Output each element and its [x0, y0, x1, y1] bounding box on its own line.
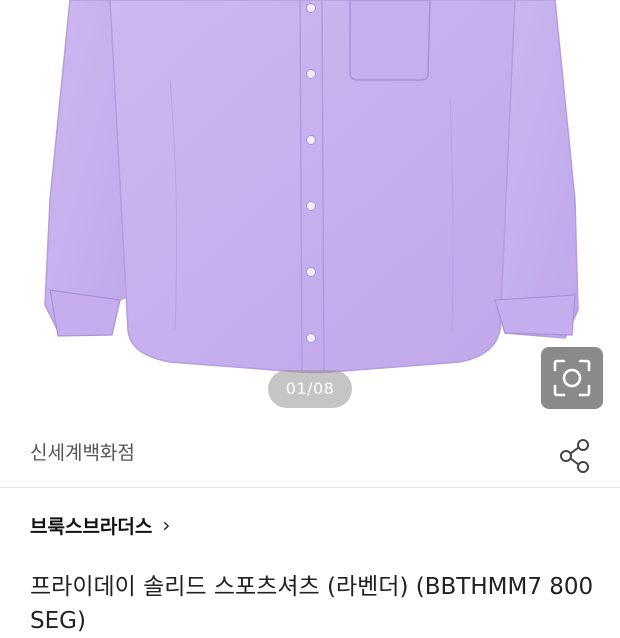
- product-image-gallery[interactable]: 01/08: [0, 0, 620, 420]
- share-icon: [560, 439, 589, 473]
- brand-name: 브룩스브라더스: [30, 515, 153, 538]
- lens-search-icon: [553, 359, 591, 397]
- product-image: [44, 0, 579, 374]
- image-page-counter: 01/08: [268, 370, 352, 408]
- lens-search-button[interactable]: [541, 347, 603, 409]
- store-row: 신세계백화점: [0, 420, 620, 484]
- section-divider: [0, 487, 620, 488]
- share-button[interactable]: [555, 436, 595, 476]
- store-name: 신세계백화점: [30, 442, 135, 464]
- chevron-right-icon: ›: [162, 513, 171, 537]
- product-title: 프라이데이 솔리드 스포츠셔츠 (라벤더) (BBTHMM7 800SEG): [30, 574, 594, 634]
- brand-link[interactable]: 브룩스브라더스 ›: [30, 508, 170, 542]
